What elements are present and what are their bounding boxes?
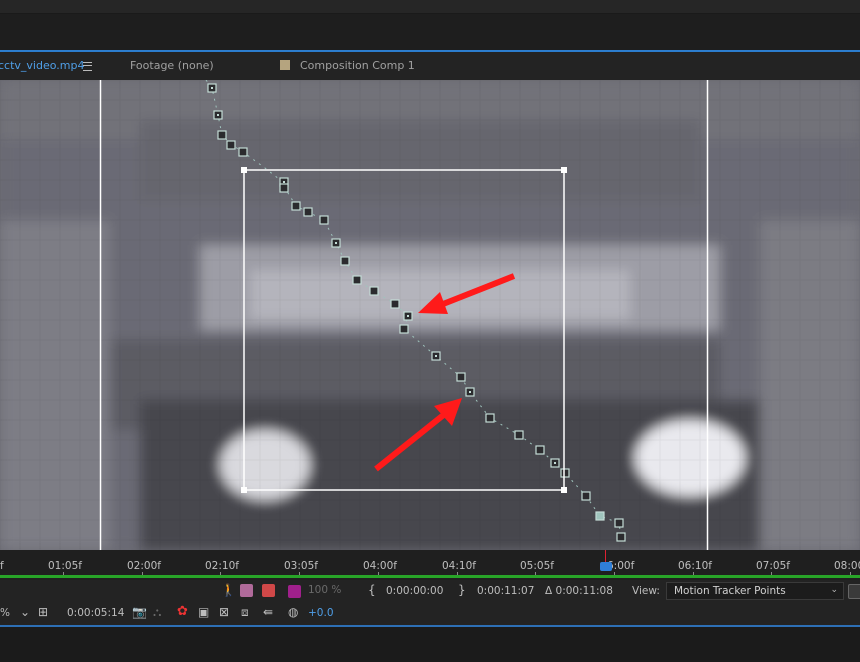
camera-icon[interactable]: 📷 xyxy=(132,605,147,619)
out-point-time[interactable]: 0:00:11:07 xyxy=(477,585,534,597)
track-point-markers xyxy=(211,87,556,464)
set-in-point-icon[interactable]: { xyxy=(368,583,376,597)
walk-person-icon[interactable]: 🚶 xyxy=(221,583,236,597)
lower-panel xyxy=(0,627,860,662)
toolbar-area xyxy=(0,13,860,51)
viewer-tabs: cctv_video.mp4 Footage (none) Compositio… xyxy=(0,52,860,80)
tick-label: 05:05f xyxy=(520,560,554,572)
work-area-bar[interactable] xyxy=(0,575,860,578)
safe-margins-icon[interactable]: ⊞ xyxy=(38,605,48,619)
tick-label-fragment: f xyxy=(0,560,4,572)
tick-label: 08:00f xyxy=(834,560,860,572)
layer-color-icon[interactable] xyxy=(288,585,301,598)
tick-label: 02:10f xyxy=(205,560,239,572)
tick-label: 04:00f xyxy=(363,560,397,572)
tab-composition[interactable]: Composition Comp 1 xyxy=(300,59,415,72)
tick-label: 02:00f xyxy=(127,560,161,572)
resolution-icon[interactable]: ▣ xyxy=(198,605,209,619)
annotation-arrow-upper xyxy=(418,273,516,314)
exposure-value[interactable]: +0.0 xyxy=(308,607,334,619)
viewer-controls-row-1: 🚶 100 % { 0:00:00:00 } 0:00:11:07 Δ 0:00… xyxy=(0,580,860,603)
viewer-controls-row-2: % ⌄ ⊞ 0:00:05:14 📷 ⛬ ✿ ▣ ⊠ ⧈ ⇚ ◍ +0.0 xyxy=(0,603,860,625)
zoom-value[interactable]: % xyxy=(0,607,10,619)
track-points[interactable] xyxy=(207,83,626,542)
set-out-point-icon[interactable]: } xyxy=(458,583,466,597)
checkbox-icon[interactable] xyxy=(848,584,860,599)
chevron-down-icon: ⌄ xyxy=(830,585,838,595)
playhead-handle[interactable] xyxy=(600,562,612,571)
tick-label: 07:05f xyxy=(756,560,790,572)
view-dropdown[interactable]: Motion Tracker Points ⌄ xyxy=(666,582,844,600)
view-dropdown-value: Motion Tracker Points xyxy=(674,585,786,597)
exposure-icon[interactable]: ◍ xyxy=(288,605,298,619)
tick-label: 04:10f xyxy=(442,560,476,572)
tick-label: 01:05f xyxy=(48,560,82,572)
motion-trail-icon[interactable] xyxy=(262,584,275,597)
transparency-grid-icon[interactable]: ⧈ xyxy=(241,605,249,620)
time-ruler[interactable]: f 01:05f 02:00f 02:10f 03:05f 04:00f 04:… xyxy=(0,550,860,580)
view-label: View: xyxy=(632,585,660,597)
show-snapshot-icon[interactable]: ⛬ xyxy=(153,605,161,620)
tab-footage-none[interactable]: Footage (none) xyxy=(130,59,214,72)
in-point-time[interactable]: 0:00:00:00 xyxy=(386,585,443,597)
playhead-line xyxy=(605,550,606,562)
app-menu-bar xyxy=(0,0,860,13)
onion-skin-icon[interactable] xyxy=(240,584,253,597)
rgb-channels-icon[interactable]: ✿ xyxy=(177,604,188,619)
footage-viewer[interactable] xyxy=(0,80,860,550)
duration-time: Δ 0:00:11:08 xyxy=(545,585,613,597)
composition-color-icon xyxy=(280,60,290,70)
tick-label: 06:10f xyxy=(678,560,712,572)
tracker-overlay[interactable] xyxy=(0,80,860,550)
hamburger-icon[interactable] xyxy=(83,62,92,71)
region-of-interest-icon[interactable]: ⊠ xyxy=(219,605,229,619)
tick-label: 03:05f xyxy=(284,560,318,572)
annotation-arrow-lower xyxy=(374,398,462,472)
current-time-display[interactable]: 0:00:05:14 xyxy=(67,607,124,619)
tab-footage-file[interactable]: cctv_video.mp4 xyxy=(0,59,84,72)
opacity-value[interactable]: 100 % xyxy=(308,584,341,596)
chevron-down-icon[interactable]: ⌄ xyxy=(20,605,30,619)
toggle-mask-icon[interactable]: ⇚ xyxy=(263,605,273,619)
